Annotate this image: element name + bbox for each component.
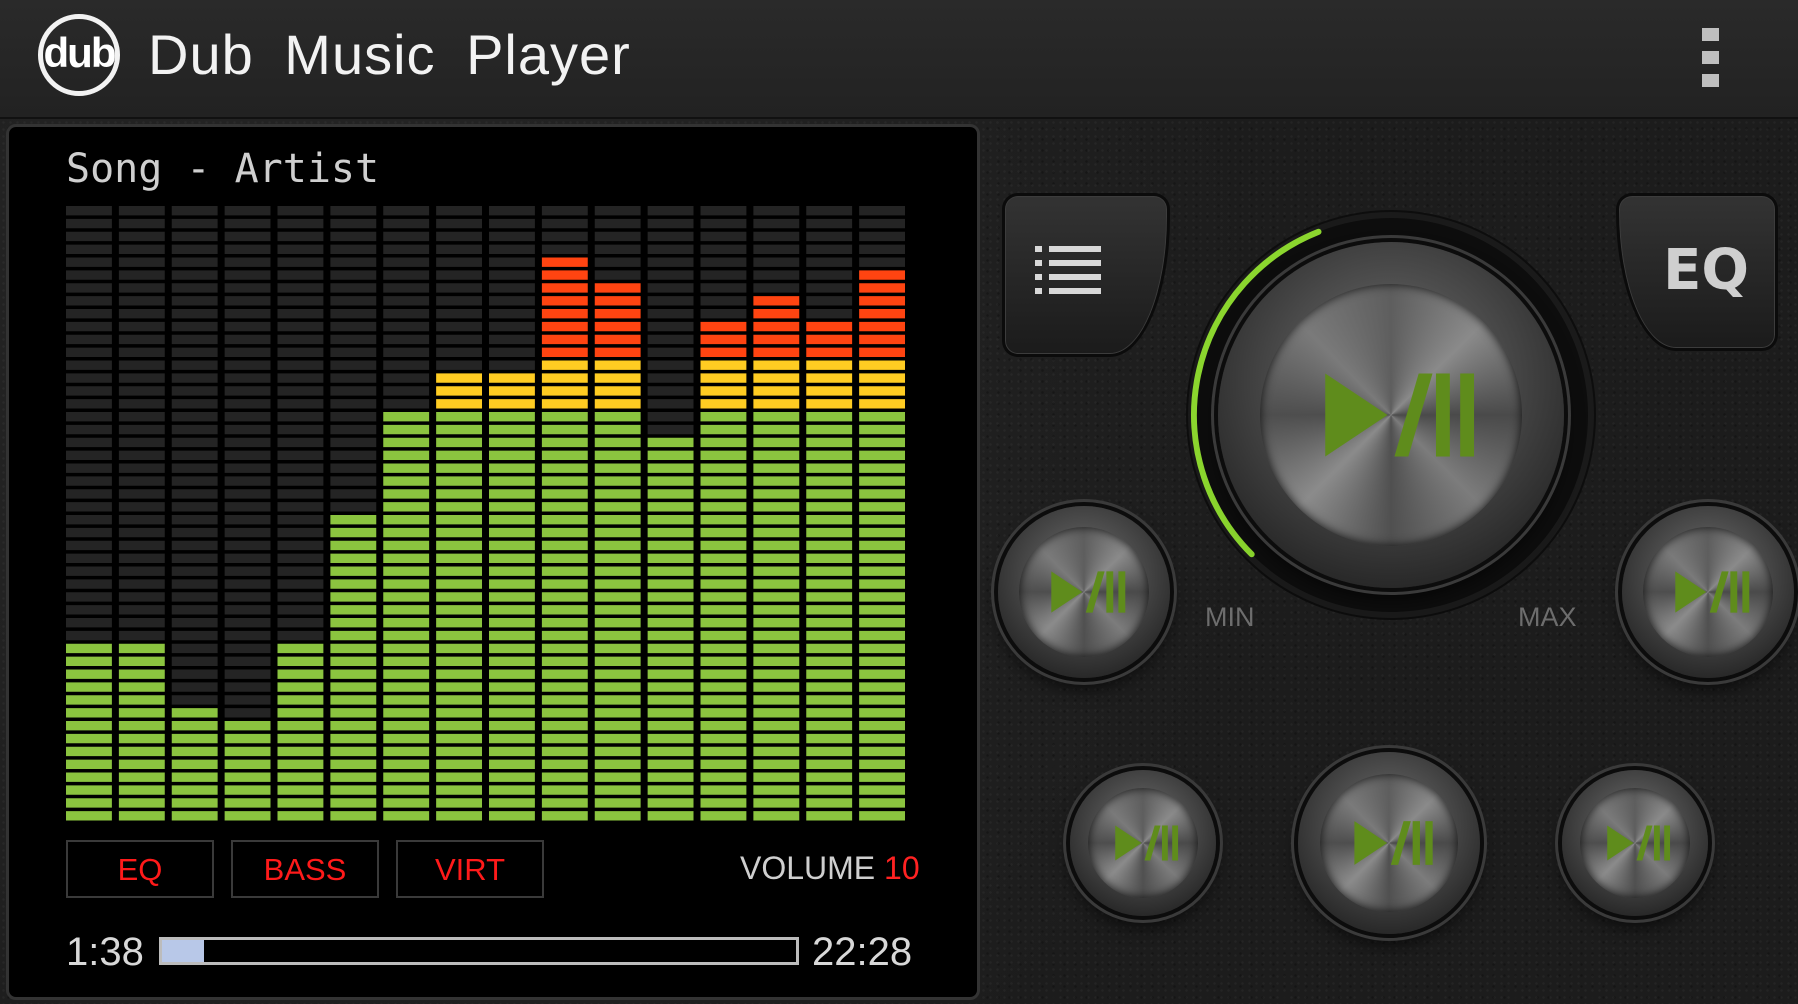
spectrum-bar [330, 206, 377, 821]
spectrum-bar [224, 206, 271, 821]
spectrum-bar [436, 206, 483, 821]
spectrum-bar [277, 206, 324, 821]
bottom-left-play-pause-button[interactable] [1070, 770, 1216, 916]
volume-min-label: MIN [1205, 602, 1255, 632]
seek-bar[interactable] [159, 937, 799, 965]
spectrum-bar [594, 206, 641, 821]
bass-toggle-button[interactable]: BASS [231, 840, 379, 898]
spectrum-visualizer [66, 206, 906, 821]
bottom-right-play-pause-button[interactable] [1562, 770, 1708, 916]
eq-toggle-button[interactable]: EQ [66, 840, 214, 898]
app-bar: dub Dub Music Player [0, 0, 1798, 119]
spectrum-bar [541, 206, 588, 821]
song-artist-label: Song - Artist [66, 146, 380, 192]
volume-max-label: MAX [1518, 602, 1577, 632]
playlist-icon [1035, 246, 1101, 302]
spectrum-bar [383, 206, 430, 821]
play-pause-icon [1325, 373, 1475, 457]
play-pause-icon [1051, 571, 1126, 613]
spectrum-bar [489, 206, 535, 821]
play-pause-icon [1675, 571, 1750, 613]
spectrum-bar [647, 206, 694, 821]
dub-logo: dub [38, 14, 120, 96]
app-title: Dub Music Player [148, 23, 631, 86]
elapsed-time: 1:38 [66, 930, 144, 974]
overflow-menu-icon[interactable] [1695, 28, 1725, 94]
play-pause-icon [1115, 825, 1179, 861]
total-time: 22:28 [812, 930, 913, 974]
spectrum-bar [700, 206, 747, 821]
left-play-pause-button[interactable] [998, 506, 1170, 678]
play-pause-icon [1607, 825, 1671, 861]
spectrum-bar [859, 206, 906, 821]
spectrum-bar [753, 206, 800, 821]
bottom-center-play-pause-button[interactable] [1298, 752, 1480, 934]
volume-readout: VOLUME 10 [740, 850, 920, 887]
volume-label: VOLUME [740, 850, 876, 886]
spectrum-bar [118, 206, 165, 821]
spectrum-bar [806, 206, 853, 821]
seek-bar-fill [162, 940, 204, 962]
volume-value: 10 [884, 850, 920, 886]
virt-toggle-button[interactable]: VIRT [396, 840, 544, 898]
right-play-pause-button[interactable] [1622, 506, 1794, 678]
main-play-pause-button[interactable] [1218, 242, 1564, 588]
spectrum-bar [171, 206, 218, 821]
play-pause-icon [1354, 821, 1433, 865]
spectrum-bar [66, 206, 112, 821]
